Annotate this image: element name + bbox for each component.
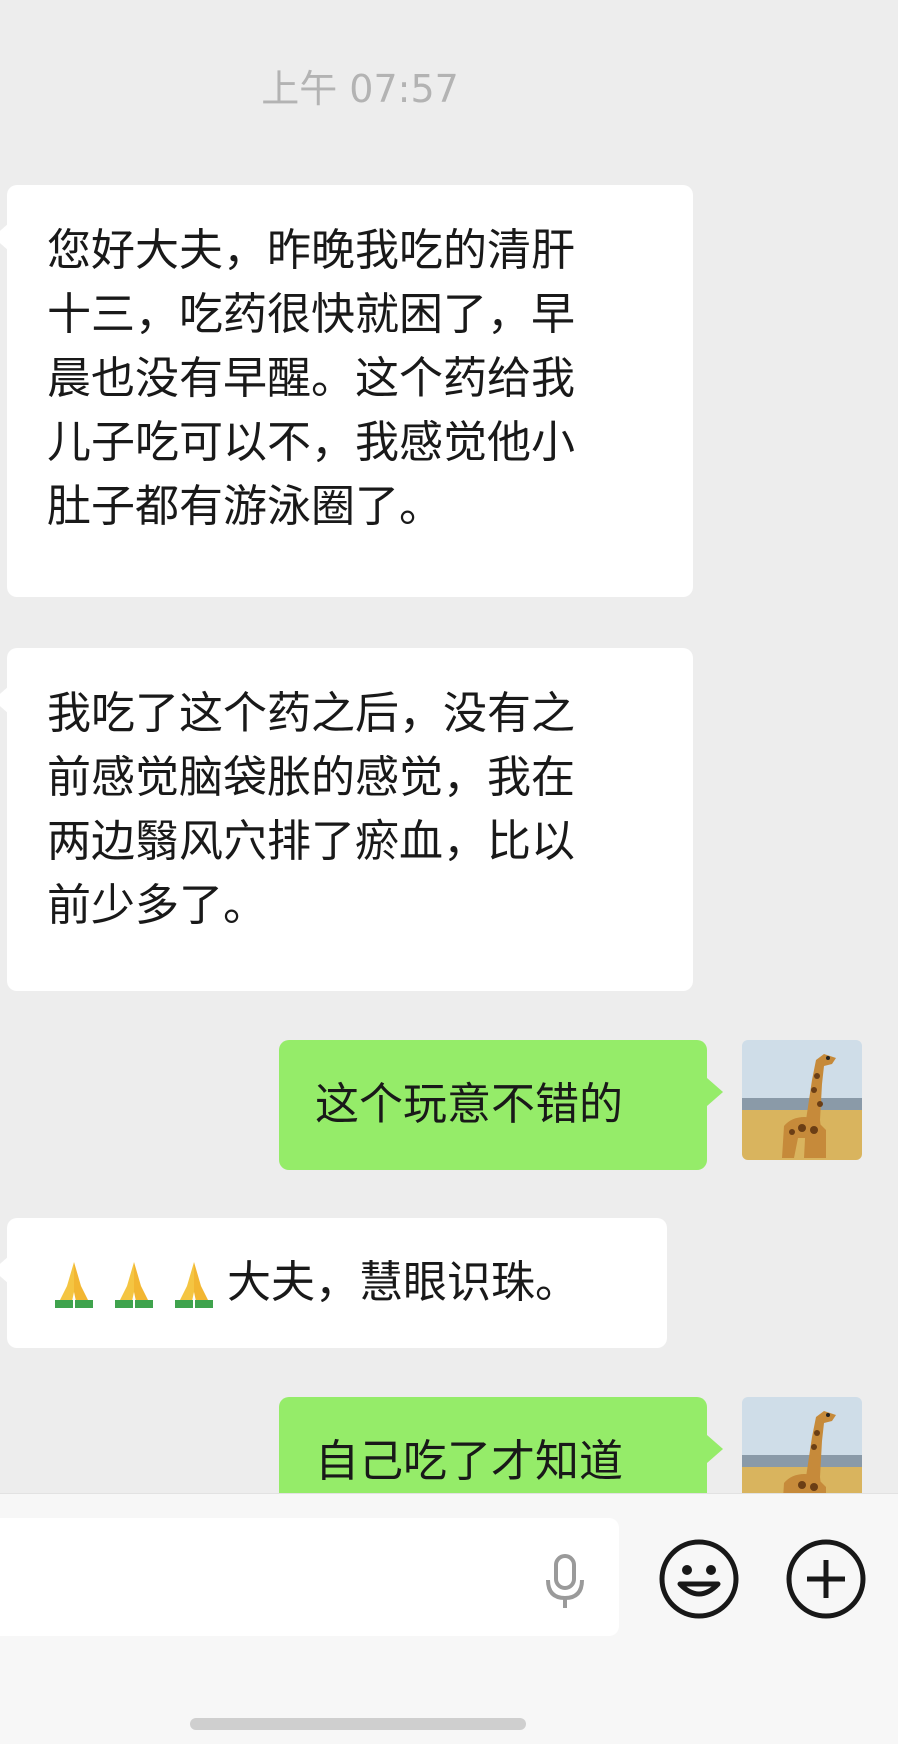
folded-hands-emoji <box>55 1262 93 1308</box>
incoming-message-1[interactable]: 您好大夫，昨晚我吃的清肝 十三，吃药很快就困了，早 晨也没有早醒。这个药给我 儿… <box>0 185 693 597</box>
message-line: 前少多了。 <box>47 880 267 931</box>
incoming-message-3[interactable]: 大夫，慧眼识珠。 <box>0 1218 667 1348</box>
message-line: 前感觉脑袋胀的感觉，我在 <box>47 752 575 803</box>
message-text: 这个玩意不错的 <box>315 1079 623 1130</box>
message-line: 您好大夫，昨晚我吃的清肝 <box>47 225 575 276</box>
message-line: 肚子都有游泳圈了。 <box>47 481 443 532</box>
incoming-message-2[interactable]: 我吃了这个药之后，没有之 前感觉脑袋胀的感觉，我在 两边翳风穴排了瘀血，比以 前… <box>0 648 693 991</box>
message-line: 晨也没有早醒。这个药给我 <box>47 353 575 404</box>
emoji-face-icon[interactable] <box>658 1538 740 1620</box>
message-input[interactable] <box>0 1518 619 1636</box>
microphone-icon[interactable] <box>540 1552 590 1612</box>
home-indicator[interactable] <box>190 1718 526 1730</box>
input-bar <box>0 1493 898 1744</box>
message-line: 儿子吃可以不，我感觉他小 <box>47 417 575 468</box>
message-line: 十三，吃药很快就困了，早 <box>47 289 575 340</box>
plus-circle-icon[interactable] <box>785 1538 867 1620</box>
giraffe-avatar[interactable] <box>742 1397 862 1493</box>
folded-hands-emoji <box>175 1262 213 1308</box>
message-line: 我吃了这个药之后，没有之 <box>47 688 575 739</box>
message-text: 自己吃了才知道 <box>315 1436 623 1487</box>
giraffe-avatar[interactable] <box>742 1040 862 1160</box>
message-text: 大夫，慧眼识珠。 <box>227 1257 579 1308</box>
folded-hands-emoji <box>115 1262 153 1308</box>
message-timestamp: 上午 07:57 <box>261 67 459 111</box>
outgoing-message-1[interactable]: 这个玩意不错的 <box>279 1040 723 1170</box>
outgoing-message-2[interactable]: 自己吃了才知道 <box>279 1397 723 1493</box>
message-line: 两边翳风穴排了瘀血，比以 <box>47 816 575 867</box>
chat-area[interactable]: 上午 07:57 您好大夫，昨晚我吃的清肝 十三，吃药很快就困了，早 晨也没有早… <box>0 0 898 1493</box>
